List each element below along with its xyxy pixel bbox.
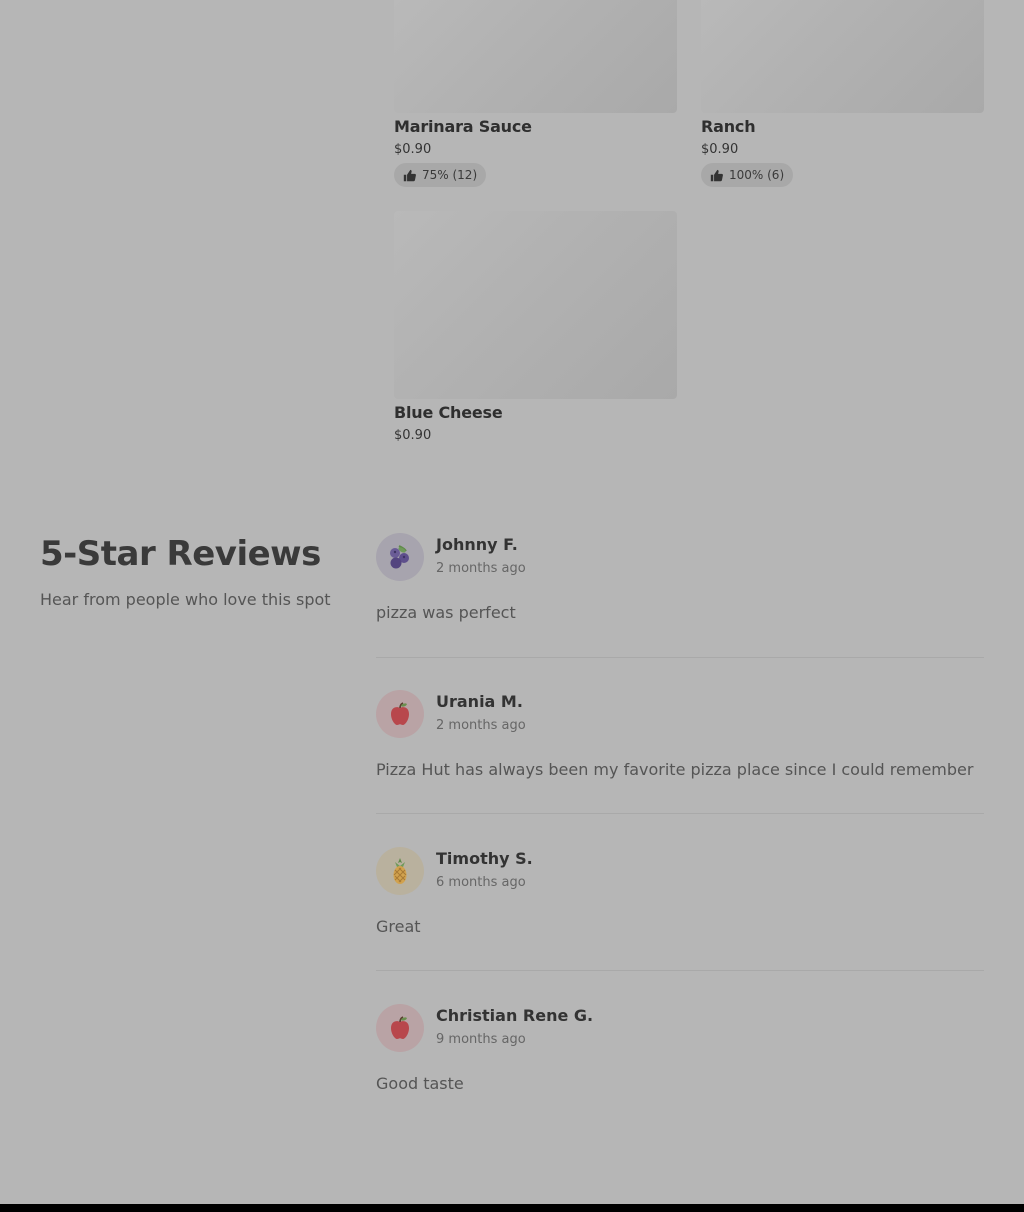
thumbs-up-icon: [403, 169, 416, 181]
review-time: 9 months ago: [436, 1032, 526, 1047]
apple-icon: [391, 1016, 409, 1039]
review-text: Pizza Hut has always been my favorite pi…: [376, 760, 974, 779]
product-card-ranch[interactable]: Ranch $0.90 100% (6): [701, 0, 984, 187]
review-text: pizza was perfect: [376, 603, 516, 622]
product-name: Marinara Sauce: [394, 117, 532, 136]
rating-badge: 75% (12): [394, 163, 487, 187]
footer-bar: [0, 1204, 1024, 1212]
product-card-blue-cheese[interactable]: Blue Cheese $0.90: [394, 211, 677, 443]
reviews-subtitle: Hear from people who love this spot: [40, 590, 331, 609]
rating-text: 75% (12): [422, 168, 478, 182]
review-text: Good taste: [376, 1074, 464, 1093]
reviewer-name: Johnny F.: [436, 535, 518, 554]
reviewer-name: Christian Rene G.: [436, 1006, 594, 1025]
review-time: 6 months ago: [436, 875, 526, 890]
product-price: $0.90: [394, 428, 432, 443]
avatar: [376, 847, 424, 895]
product-name: Ranch: [701, 117, 756, 136]
product-image[interactable]: [701, 0, 984, 113]
product-name: Blue Cheese: [394, 403, 503, 422]
divider: [376, 970, 984, 971]
avatar: [376, 1004, 424, 1052]
rating-text: 100% (6): [729, 168, 785, 182]
apple-icon: [391, 702, 409, 725]
rating-badge: 100% (6): [701, 163, 794, 187]
reviewer-name: Timothy S.: [436, 849, 533, 868]
review-time: 2 months ago: [436, 561, 526, 576]
avatar: [376, 533, 424, 581]
blueberry-icon: [390, 545, 409, 569]
divider: [376, 657, 984, 658]
divider: [376, 813, 984, 814]
thumbs-up-icon: [710, 169, 723, 181]
review-time: 2 months ago: [436, 718, 526, 733]
reviews-title: 5-Star Reviews: [40, 534, 321, 574]
pineapple-icon: [393, 858, 407, 884]
reviewer-name: Urania M.: [436, 692, 523, 711]
product-image[interactable]: [394, 211, 677, 399]
product-price: $0.90: [701, 142, 739, 157]
review-text: Great: [376, 917, 421, 936]
avatar: [376, 690, 424, 738]
product-image[interactable]: [394, 0, 677, 113]
product-price: $0.90: [394, 142, 432, 157]
product-card-marinara[interactable]: Marinara Sauce $0.90 75% (12): [394, 0, 677, 187]
